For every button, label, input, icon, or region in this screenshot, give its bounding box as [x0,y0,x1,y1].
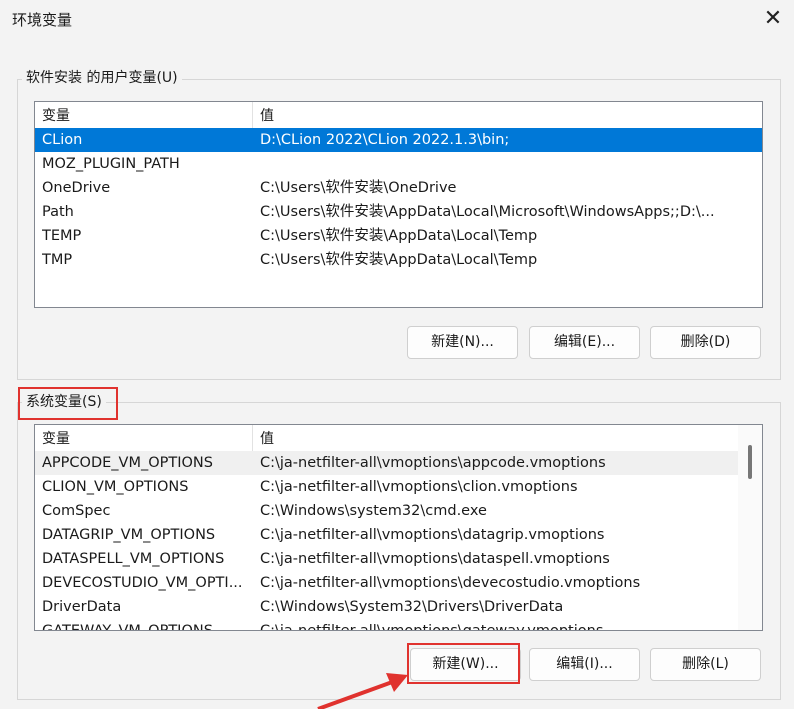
variable-value-cell: C:\ja-netfilter-all\vmoptions\dataspell.… [260,551,610,567]
table-row[interactable]: CLion D:\CLion 2022\CLion 2022.1.3\bin; [35,128,762,152]
table-row[interactable]: TMP C:\Users\软件安装\AppData\Local\Temp [35,248,762,272]
variable-name-cell: DriverData [42,599,122,615]
table-row[interactable]: MOZ_PLUGIN_PATH [35,152,762,176]
system-delete-button[interactable]: 删除(L) [650,648,761,681]
variable-name-cell: DATASPELL_VM_OPTIONS [42,551,225,567]
variable-value-cell: C:\ja-netfilter-all\vmoptions\clion.vmop… [260,479,578,495]
variable-name-cell: APPCODE_VM_OPTIONS [42,455,213,471]
variable-value-cell: C:\Users\软件安装\OneDrive [260,180,457,196]
close-icon[interactable]: ✕ [758,4,788,34]
variable-value-cell: C:\Users\软件安装\AppData\Local\Temp [260,228,538,244]
system-variables-rows: APPCODE_VM_OPTIONS C:\ja-netfilter-all\vm… [35,451,738,631]
variable-name-cell: CLion [42,132,83,148]
variable-name-cell: DATAGRIP_VM_OPTIONS [42,527,216,543]
variable-value-cell: C:\ja-netfilter-all\vmoptions\devecostud… [260,575,641,591]
list-header: 变量 值 [35,425,762,451]
system-variables-list[interactable]: 变量 值 APPCODE_VM_OPTIONS C:\ja-netfilter-a… [34,424,763,631]
title-bar: 环境变量 ✕ [0,0,794,40]
system-list-scrollbar[interactable] [738,425,762,630]
variable-name-cell: TEMP [42,228,82,244]
pointer-arrow-icon [317,673,408,709]
user-new-button[interactable]: 新建(N)... [407,326,518,359]
variable-value-cell: D:\CLion 2022\CLion 2022.1.3\bin; [260,132,510,148]
table-row[interactable]: GATEWAY_VM_OPTIONS C:\ja-netfilter-all\vm… [35,619,738,631]
user-variables-label: 软件安装 的用户变量(U) [22,68,182,88]
table-row[interactable]: OneDrive C:\Users\软件安装\OneDrive [35,176,762,200]
scrollbar-thumb[interactable] [748,445,752,479]
variable-name-cell: CLION_VM_OPTIONS [42,479,189,495]
variable-name-cell: ComSpec [42,503,111,519]
column-header-variable[interactable]: 变量 [35,425,253,451]
variable-value-cell: C:\Users\软件安装\AppData\Local\Temp [260,252,538,268]
table-row[interactable]: DEVECOSTUDIO_VM_OPTI... C:\ja-netfilter-a… [35,571,738,595]
variable-name-cell: OneDrive [42,180,111,196]
variable-name-cell: DEVECOSTUDIO_VM_OPTI... [42,575,243,591]
user-variables-list[interactable]: 变量 值 CLion D:\CLion 2022\CLion 2022.1.3\b… [34,101,763,308]
table-row[interactable]: DATASPELL_VM_OPTIONS C:\ja-netfilter-all\… [35,547,738,571]
list-header: 变量 值 [35,102,762,128]
column-header-value[interactable]: 值 [254,425,274,451]
user-delete-button[interactable]: 删除(D) [650,326,761,359]
variable-value-cell: C:\Windows\System32\Drivers\DriverData [260,599,564,615]
system-edit-button[interactable]: 编辑(I)... [529,648,640,681]
new-button-highlight [407,643,520,684]
variable-name-cell: GATEWAY_VM_OPTIONS [42,623,213,631]
variable-value-cell: C:\ja-netfilter-all\vmoptions\gateway.vm… [260,623,604,631]
variable-value-cell: C:\Users\软件安装\AppData\Local\Microsoft\Wi… [260,204,715,220]
table-row[interactable]: APPCODE_VM_OPTIONS C:\ja-netfilter-all\vm… [35,451,738,475]
window-title: 环境变量 [12,11,73,29]
system-variables-highlight [18,387,118,420]
column-header-variable[interactable]: 变量 [35,102,253,128]
variable-value-cell: C:\Windows\system32\cmd.exe [260,503,487,519]
variable-name-cell: Path [42,204,74,220]
column-header-value[interactable]: 值 [254,102,274,128]
variable-value-cell: C:\ja-netfilter-all\vmoptions\appcode.vm… [260,455,606,471]
table-row[interactable]: CLION_VM_OPTIONS C:\ja-netfilter-all\vmop… [35,475,738,499]
table-row[interactable]: TEMP C:\Users\软件安装\AppData\Local\Temp [35,224,762,248]
variable-value-cell: C:\ja-netfilter-all\vmoptions\datagrip.v… [260,527,605,543]
variable-name-cell: MOZ_PLUGIN_PATH [42,156,180,172]
user-variables-rows: CLion D:\CLion 2022\CLion 2022.1.3\bin; MO… [35,128,762,272]
user-edit-button[interactable]: 编辑(E)... [529,326,640,359]
table-row[interactable]: DriverData C:\Windows\System32\Drivers\Dr… [35,595,738,619]
table-row[interactable]: Path C:\Users\软件安装\AppData\Local\Microsof… [35,200,762,224]
table-row[interactable]: DATAGRIP_VM_OPTIONS C:\ja-netfilter-all\v… [35,523,738,547]
variable-name-cell: TMP [42,252,73,268]
table-row[interactable]: ComSpec C:\Windows\system32\cmd.exe [35,499,738,523]
